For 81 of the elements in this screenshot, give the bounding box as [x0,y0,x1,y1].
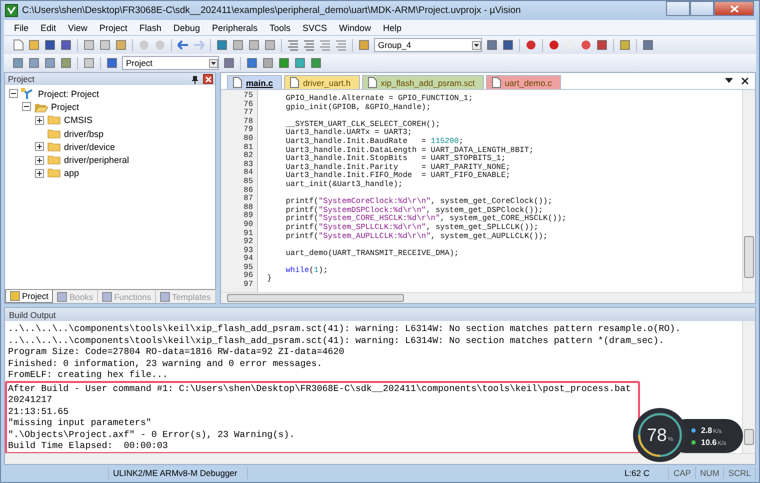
status-indicator: SCRL [724,467,756,479]
folder-icon [47,128,61,140]
output-line: Finished: 0 information, 23 warning and 0 error messages. [8,358,324,369]
comment-icon[interactable] [319,39,331,51]
horizontal-scrollbar[interactable] [5,453,755,464]
vertical-scrollbar[interactable] [742,90,755,292]
menu-item[interactable]: Flash [133,22,168,32]
close-button[interactable] [714,1,754,16]
tree-item[interactable]: driver/device [64,142,116,152]
app-icon [5,4,18,17]
output-line: After Build - User command #1: C:\Users\shen\Desktop\FR3068E-C\sdk__202411\components\tools\keil\post_process.bat [8,382,632,394]
gauge-ring [635,410,685,460]
books-icon [57,292,68,302]
close-icon [204,76,212,82]
collapse-icon[interactable] [9,89,18,98]
expand-icon[interactable] [35,156,44,165]
output-line: 20241217 [8,394,54,406]
menu-item[interactable]: Window [333,22,378,32]
vertical-scrollbar[interactable] [742,321,755,453]
menu-item[interactable]: File [8,22,35,32]
braces-icon [102,292,112,302]
status-text: L:62 C [620,467,670,479]
output-line: ..\..\..\..\components\tools\keil\xip_flash_add_psram.sct(41): warning: L6314W: No section matches pattern resample.o(RO). [8,323,682,334]
uncomment-icon[interactable] [335,39,347,51]
tree-item[interactable]: Project: Project [38,88,100,99]
menu-item[interactable]: View [62,22,94,32]
status-indicator: NUM [696,467,724,479]
output-line: ".\Objects\Project.axf" - 0 Error(s), 23 Warning(s). [8,428,296,440]
status-text: ULINK2/ME ARMv8-M Debugger [109,467,248,479]
file-tab[interactable]: main.c [227,75,282,89]
status-indicator: CAP [669,467,696,479]
file-tab[interactable]: uart_demo.c [486,75,561,89]
menu-item[interactable]: Tools [263,22,296,32]
expand-icon[interactable] [35,142,44,152]
tree-item[interactable]: CMSIS [64,115,93,126]
templates-icon [160,292,170,302]
maximize-button[interactable] [690,1,714,16]
tree-item[interactable]: app [64,168,80,178]
menu-item[interactable]: Edit [34,22,62,32]
menu-item[interactable]: SVCS [296,22,334,32]
menu-item[interactable]: Project [93,22,134,32]
upload-dot-icon [691,428,696,432]
menu-item[interactable]: Peripherals [206,22,264,32]
output-line: 21:13:51.65 [8,406,70,417]
dropdown-arrow-icon [209,58,218,68]
project-window-icon [10,291,20,301]
close-icon[interactable] [741,77,749,85]
indent-icon[interactable] [287,39,299,51]
output-line: Build Time Elapsed: 00:00:03 [8,440,169,452]
minimize-button[interactable] [666,1,690,16]
output-line: Program Size: Code=27804 RO-data=1816 RW-data=92 ZI-data=4620 [8,346,346,358]
file-tab[interactable]: driver_uart.h [284,75,360,89]
panel-title: Project [8,74,36,84]
close-icon [730,4,738,12]
output-line: "missing input parameters" [8,417,152,428]
panel-tab[interactable]: Project [5,290,54,303]
output-line: ..\..\..\..\components\tools\keil\xip_flash_add_psram.sct(41): warning: L6314W: No section matches pattern *(dram_sec). [8,334,666,346]
target-combo[interactable]: Project [122,56,219,70]
horizontal-scrollbar[interactable] [221,292,755,303]
expand-icon[interactable] [35,116,44,125]
group-combo[interactable]: Group_4 [374,38,482,52]
collapse-icon[interactable] [22,102,31,112]
menu-item[interactable]: Debug [167,22,206,32]
unindent-icon[interactable] [303,39,315,51]
back-arrow-icon[interactable] [177,39,189,51]
panel-title: Build Output [9,310,56,320]
tree-item[interactable]: driver/bsp [64,128,104,139]
file-tab[interactable]: xip_flash_add_psram.sct [362,75,484,89]
window-title: C:\Users\shen\Desktop\FR3068E-C\sdk__202411\examples\peripheral_demo\uart\MDK-ARM\Project.uvprojx - µVision [22,5,521,16]
download-dot-icon [691,440,696,444]
dropdown-arrow-icon [472,40,481,50]
new-file-icon[interactable] [12,39,24,51]
dropdown-arrow-icon[interactable] [725,78,733,84]
pin-icon[interactable] [191,74,199,84]
menu-item[interactable]: Help [377,22,408,32]
expand-icon[interactable] [35,168,44,178]
tree-item[interactable]: Project [51,102,80,112]
tree-item[interactable]: driver/peripheral [64,155,130,166]
close-button[interactable] [203,74,213,84]
output-line: FromELF: creating hex file... [8,369,169,380]
breakpoint-icon[interactable] [548,39,560,51]
